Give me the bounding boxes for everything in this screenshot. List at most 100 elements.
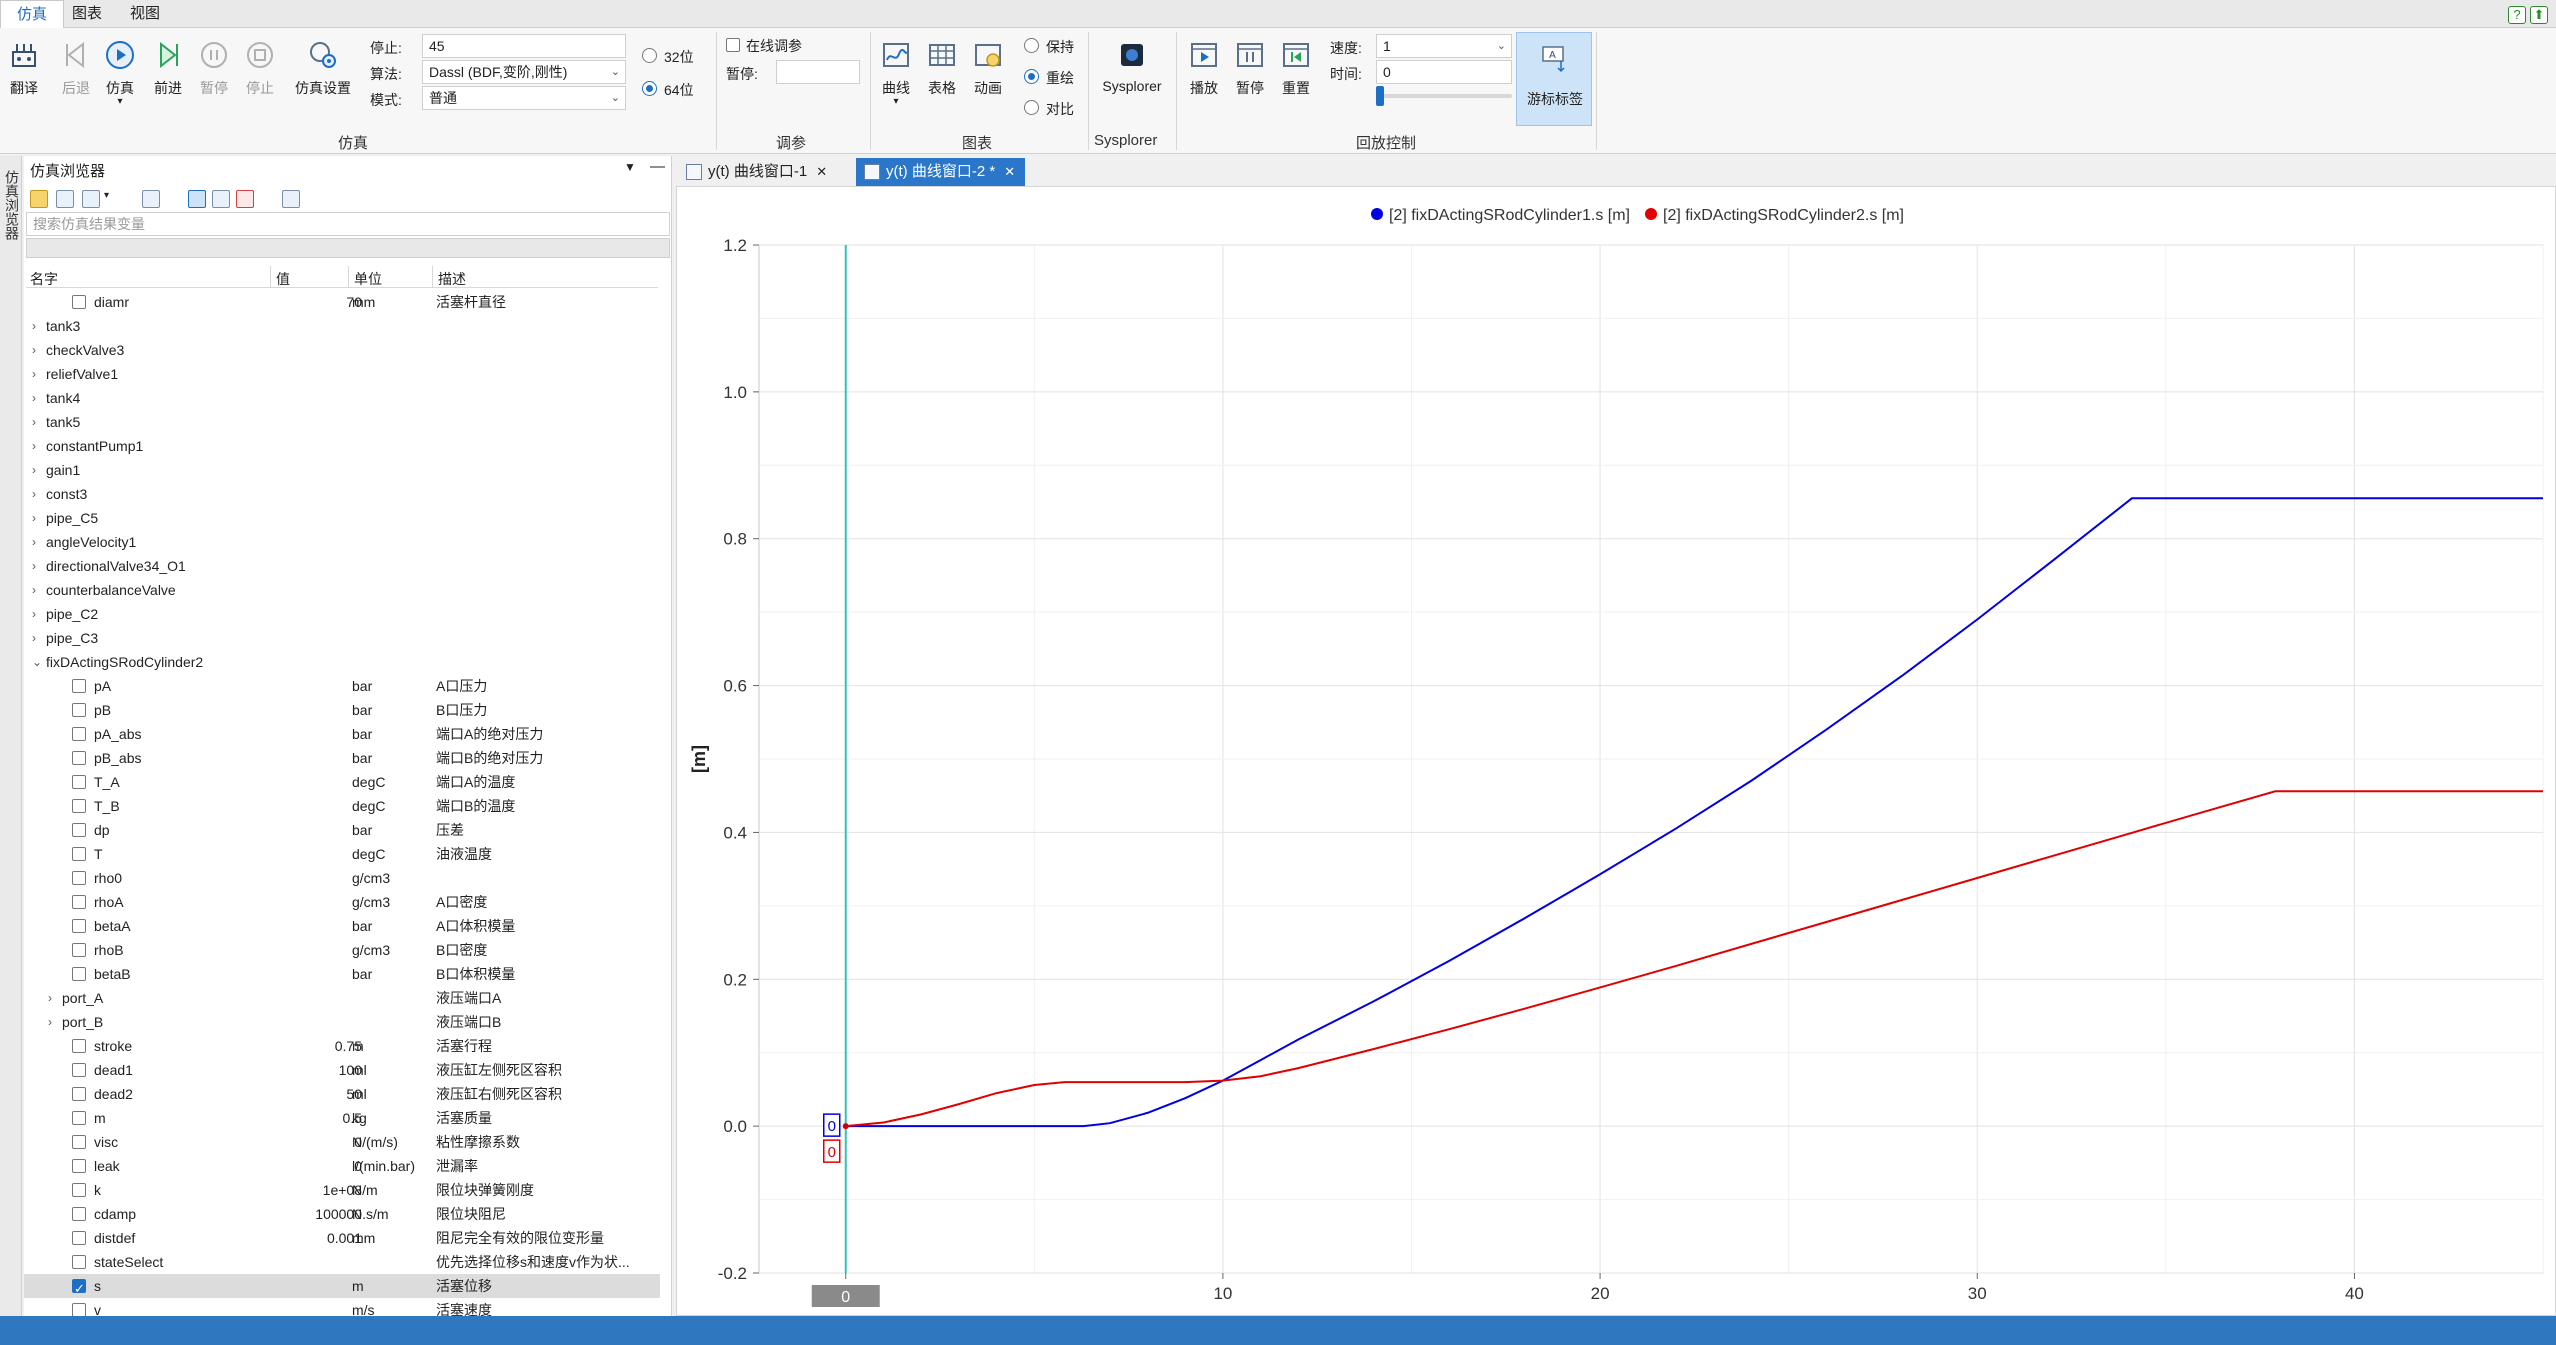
- menu-tab-simulation[interactable]: 仿真: [0, 0, 65, 28]
- variable-row[interactable]: cdamp 100000 N.s/m 限位块阻尼: [24, 1202, 660, 1226]
- chevron-right-icon[interactable]: ›: [32, 458, 36, 482]
- radio-64bit[interactable]: [642, 81, 657, 96]
- header-value[interactable]: 值: [276, 269, 290, 289]
- translate-button[interactable]: 翻译: [2, 40, 46, 98]
- variable-checkbox[interactable]: [72, 1303, 86, 1316]
- variable-checkbox[interactable]: [72, 1111, 86, 1125]
- search-input[interactable]: 搜索仿真结果变量: [26, 212, 670, 236]
- time-input[interactable]: 0: [1376, 60, 1512, 84]
- variable-row[interactable]: pA bar A口压力: [24, 674, 660, 698]
- variable-checkbox[interactable]: [72, 895, 86, 909]
- variable-checkbox[interactable]: [72, 727, 86, 741]
- restore-icon[interactable]: ⬆: [2530, 6, 2548, 24]
- grid-view-icon[interactable]: [82, 190, 100, 208]
- playback-play-button[interactable]: 播放: [1182, 40, 1226, 98]
- chevron-right-icon[interactable]: ›: [48, 986, 52, 1010]
- sim-settings-button[interactable]: 仿真设置: [290, 40, 356, 98]
- tab-plot-window-2[interactable]: y(t) 曲线窗口-2 * ✕: [856, 158, 1026, 186]
- variable-checkbox[interactable]: [72, 799, 86, 813]
- tree-node[interactable]: ⌄ fixDActingSRodCylinder2: [24, 650, 660, 674]
- variable-row[interactable]: T_B degC 端口B的温度: [24, 794, 660, 818]
- variable-row[interactable]: dp bar 压差: [24, 818, 660, 842]
- filter-bar[interactable]: [26, 238, 670, 258]
- tree-node[interactable]: › counterbalanceValve: [24, 578, 660, 602]
- sysplorer-button[interactable]: Sysplorer: [1094, 40, 1170, 94]
- tree-node[interactable]: › const3: [24, 482, 660, 506]
- variable-row[interactable]: betaB bar B口体积模量: [24, 962, 660, 986]
- variable-checkbox[interactable]: [72, 775, 86, 789]
- time-slider-handle[interactable]: [1376, 86, 1384, 106]
- variable-row[interactable]: stroke 0.75 m 活塞行程: [24, 1034, 660, 1058]
- variable-row[interactable]: pA_abs bar 端口A的绝对压力: [24, 722, 660, 746]
- variable-row[interactable]: k 1e+08 N/m 限位块弹簧刚度: [24, 1178, 660, 1202]
- radio-compare[interactable]: [1024, 100, 1039, 115]
- line-chart[interactable]: 0 10 20 30 40 -0.2 0.0 0.2 0.4 0.6 0.8 1.0 1.2 [m] [2…: [677, 187, 2555, 1315]
- chevron-right-icon[interactable]: ›: [32, 602, 36, 626]
- time-slider-track[interactable]: [1376, 94, 1512, 98]
- tree-node[interactable]: › checkValve3: [24, 338, 660, 362]
- add-chart-icon[interactable]: [142, 190, 160, 208]
- stop-button[interactable]: 停止: [238, 40, 282, 98]
- tree-node[interactable]: › pipe_C2: [24, 602, 660, 626]
- variable-row[interactable]: TdegC 油液温度: [24, 842, 660, 866]
- variable-row[interactable]: dead1 100 ml 液压缸左侧死区容积: [24, 1058, 660, 1082]
- pause-button[interactable]: 暂停: [192, 40, 236, 98]
- chevron-down-icon[interactable]: ▾: [104, 190, 109, 201]
- variable-row[interactable]: visc 0 N/(m/s) 粘性摩擦系数: [24, 1130, 660, 1154]
- chevron-right-icon[interactable]: ›: [32, 530, 36, 554]
- algorithm-select[interactable]: Dassl (BDF,变阶,刚性) ⌄: [422, 60, 626, 84]
- variable-checkbox[interactable]: [72, 967, 86, 981]
- chevron-right-icon[interactable]: ›: [32, 554, 36, 578]
- tree-node[interactable]: › port_B 液压端口B: [24, 1010, 660, 1034]
- tree-node[interactable]: › angleVelocity1: [24, 530, 660, 554]
- variable-checkbox[interactable]: [72, 1183, 86, 1197]
- show-list-icon[interactable]: [212, 190, 230, 208]
- chevron-down-icon[interactable]: ⌄: [32, 650, 42, 674]
- variable-checkbox[interactable]: [72, 871, 86, 885]
- step-back-button[interactable]: 后退: [54, 40, 98, 98]
- variable-checkbox[interactable]: [72, 295, 86, 309]
- variable-row[interactable]: rho0 g/cm3: [24, 866, 660, 890]
- tree-node[interactable]: › tank3: [24, 314, 660, 338]
- menu-tab-view[interactable]: 视图: [114, 0, 176, 28]
- variable-checkbox[interactable]: [72, 1255, 86, 1269]
- tree-node[interactable]: › tank5: [24, 410, 660, 434]
- chevron-right-icon[interactable]: ›: [32, 578, 36, 602]
- save-icon[interactable]: [56, 190, 74, 208]
- header-unit[interactable]: 单位: [354, 269, 382, 289]
- tree-node[interactable]: › constantPump1: [24, 434, 660, 458]
- close-icon[interactable]: ✕: [816, 158, 827, 186]
- tree-node[interactable]: › pipe_C3: [24, 626, 660, 650]
- playback-reset-button[interactable]: 重置: [1274, 40, 1318, 98]
- panel-minimize-icon[interactable]: —: [650, 158, 665, 175]
- side-tab-sim-browser[interactable]: 仿真浏览器: [2, 170, 22, 240]
- chevron-right-icon[interactable]: ›: [32, 314, 36, 338]
- variable-row[interactable]: T_A degC 端口A的温度: [24, 770, 660, 794]
- variable-row[interactable]: s m 活塞位移: [24, 1274, 660, 1301]
- variable-row[interactable]: v m/s 活塞速度: [24, 1298, 660, 1316]
- variable-checkbox[interactable]: [72, 943, 86, 957]
- tree-node[interactable]: › reliefValve1: [24, 362, 660, 386]
- chevron-right-icon[interactable]: ›: [32, 386, 36, 410]
- chevron-right-icon[interactable]: ›: [32, 434, 36, 458]
- step-forward-button[interactable]: 前进: [146, 40, 190, 98]
- variable-checkbox[interactable]: [72, 823, 86, 837]
- variable-row[interactable]: leak 0 l/(min.bar) 泄漏率: [24, 1154, 660, 1178]
- variable-row[interactable]: diamr 70 mm 活塞杆直径: [24, 290, 660, 314]
- tree-node[interactable]: › tank4: [24, 386, 660, 410]
- collapse-all-icon[interactable]: [282, 190, 300, 208]
- variable-checkbox[interactable]: [72, 751, 86, 765]
- tree-node[interactable]: › directionalValve34_O1: [24, 554, 660, 578]
- variable-row[interactable]: rhoB g/cm3 B口密度: [24, 938, 660, 962]
- stop-time-input[interactable]: 45: [422, 34, 626, 58]
- radio-redraw[interactable]: [1024, 69, 1039, 84]
- variable-checkbox[interactable]: [72, 1159, 86, 1173]
- online-tune-checkbox[interactable]: [726, 38, 740, 52]
- radio-32bit[interactable]: [642, 48, 657, 63]
- simulate-button[interactable]: 仿真 ▾: [98, 40, 142, 107]
- variable-checkbox[interactable]: [72, 1231, 86, 1245]
- variable-checkbox[interactable]: [72, 703, 86, 717]
- header-desc[interactable]: 描述: [438, 269, 466, 289]
- chevron-right-icon[interactable]: ›: [32, 506, 36, 530]
- variable-checkbox[interactable]: [72, 679, 86, 693]
